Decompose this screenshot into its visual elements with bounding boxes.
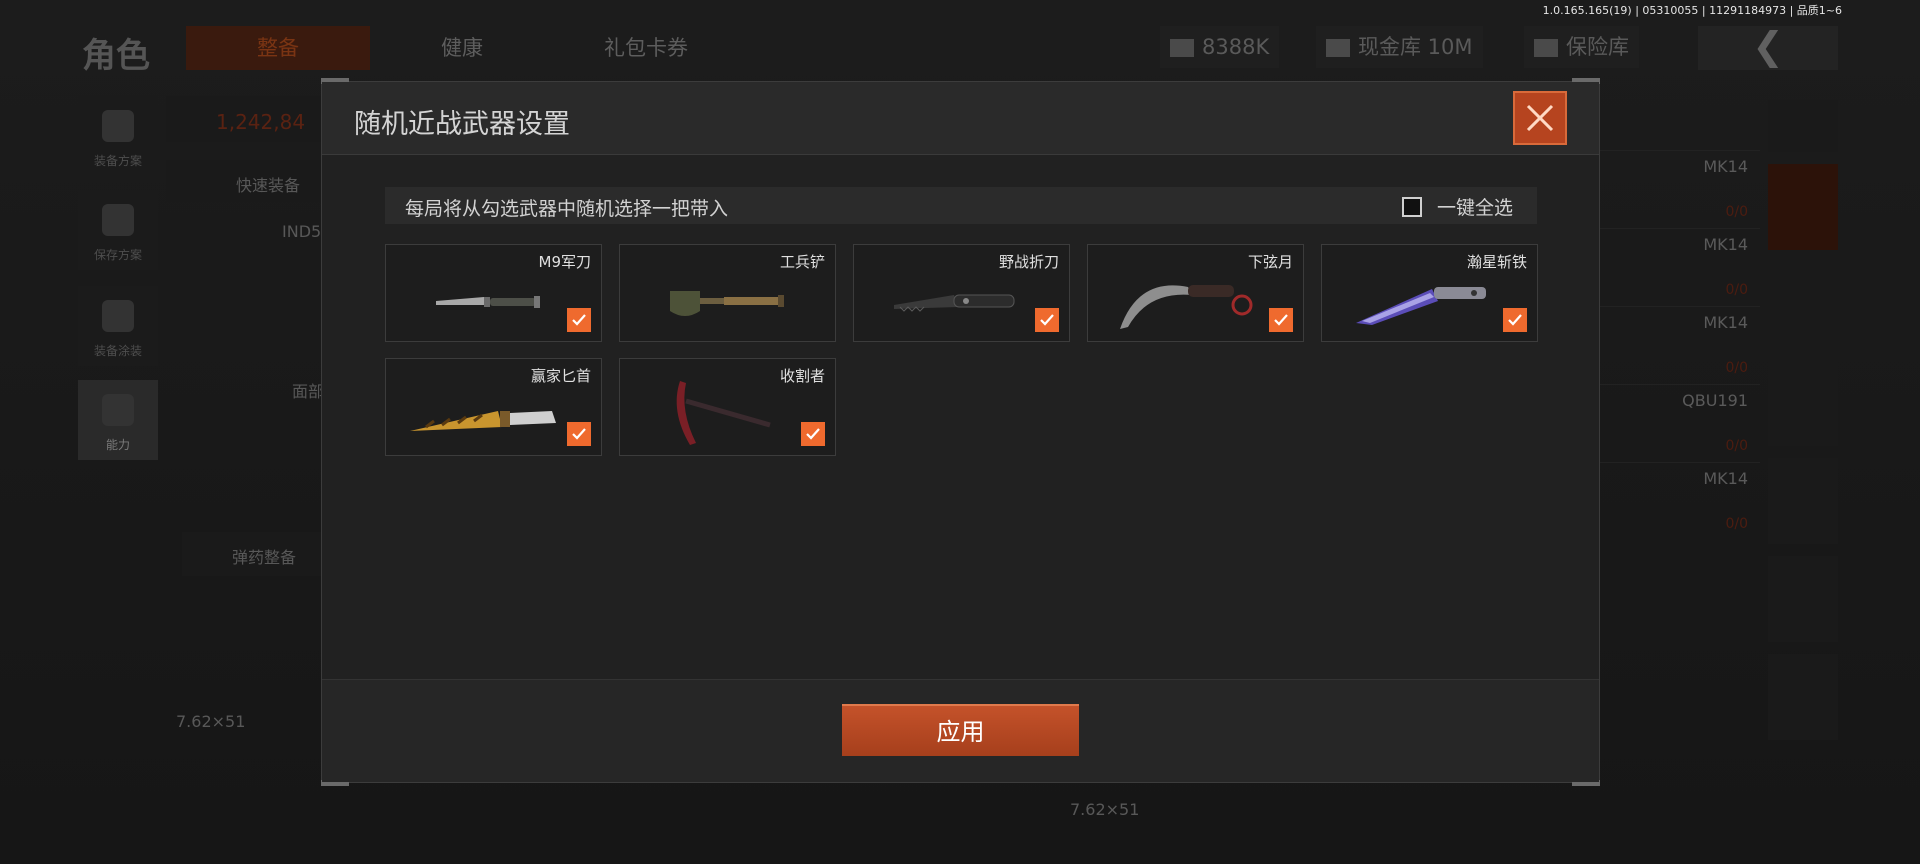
weapon-card-m9[interactable]: M9军刀 bbox=[385, 244, 602, 342]
tanto-icon bbox=[1356, 287, 1486, 325]
dagger-icon bbox=[410, 411, 556, 431]
weapon-card-folding-knife[interactable]: 野战折刀 bbox=[853, 244, 1070, 342]
checkbox-checked[interactable] bbox=[801, 422, 825, 446]
info-bar: 每局将从勾选武器中随机选择一把带入 一键全选 bbox=[385, 187, 1537, 224]
apply-button[interactable]: 应用 bbox=[842, 704, 1079, 756]
weapon-card-tanto[interactable]: 瀚星斩铁 bbox=[1321, 244, 1538, 342]
folding-knife-icon bbox=[894, 294, 1015, 312]
dialog-title: 随机近战武器设置 bbox=[354, 109, 570, 140]
select-all-checkbox[interactable]: 一键全选 bbox=[1401, 193, 1513, 220]
checkbox-checked[interactable] bbox=[567, 422, 591, 446]
shovel-icon bbox=[670, 291, 784, 316]
scythe-icon bbox=[676, 381, 771, 445]
dialog-footer: 应用 bbox=[322, 679, 1599, 782]
check-icon bbox=[1274, 314, 1288, 326]
weapon-card-shovel[interactable]: 工兵铲 bbox=[619, 244, 836, 342]
close-x-icon bbox=[1526, 104, 1554, 132]
checkbox-checked[interactable] bbox=[1503, 308, 1527, 332]
checkbox-checked[interactable] bbox=[567, 308, 591, 332]
check-icon bbox=[1508, 314, 1522, 326]
check-icon bbox=[572, 314, 586, 326]
checkbox-checked[interactable] bbox=[1269, 308, 1293, 332]
weapon-card-karambit[interactable]: 下弦月 bbox=[1087, 244, 1304, 342]
dialog-header: 随机近战武器设置 bbox=[322, 82, 1599, 155]
weapon-card-reaper[interactable]: 收割者 bbox=[619, 358, 836, 456]
bayonet-icon bbox=[436, 296, 540, 308]
weapon-card-winner-dagger[interactable]: 赢家匕首 bbox=[385, 358, 602, 456]
random-melee-dialog: 随机近战武器设置 每局将从勾选武器中随机选择一把带入 一键全选 M9军刀 工兵铲… bbox=[321, 78, 1600, 786]
check-icon bbox=[572, 428, 586, 440]
karambit-icon bbox=[1120, 285, 1253, 329]
description-text: 每局将从勾选武器中随机选择一把带入 bbox=[405, 198, 729, 220]
check-icon bbox=[806, 428, 820, 440]
checkbox-checked[interactable] bbox=[1035, 308, 1059, 332]
checkbox-box[interactable] bbox=[1401, 196, 1422, 217]
close-button[interactable] bbox=[1513, 91, 1567, 145]
check-icon bbox=[1040, 314, 1054, 326]
select-all-label: 一键全选 bbox=[1436, 197, 1513, 219]
